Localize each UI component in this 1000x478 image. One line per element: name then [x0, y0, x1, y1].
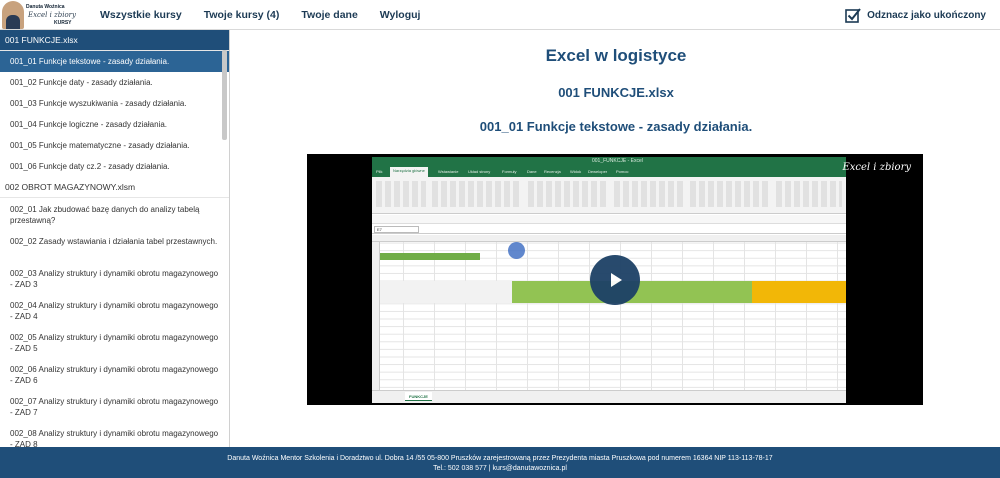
lesson-002-01[interactable]: 002_01 Jak zbudować bazę danych do anali…	[0, 198, 229, 230]
lesson-001-06[interactable]: 001_06 Funkcje daty cz.2 - zasady działa…	[0, 156, 229, 177]
sidebar-scrollbar[interactable]	[222, 50, 227, 140]
footer-address: Danuta Woźnica Mentor Szkolenia i Doradz…	[227, 455, 773, 462]
top-bar: Danuta Woźnica Excel i zbiory KURSY Wszy…	[0, 0, 1000, 30]
mark-incomplete-label: Odznacz jako ukończony	[867, 9, 986, 21]
course-sidebar: 001 FUNKCJE.xlsx 001_01 Funkcje tekstowe…	[0, 30, 230, 447]
excel-title-bar: 001_FUNKCJE - Excel	[372, 157, 846, 167]
lesson-001-03[interactable]: 001_03 Funkcje wyszukiwania - zasady dzi…	[0, 93, 229, 114]
ribbon-tab: Narzędzia główne	[390, 167, 428, 177]
ribbon-tab: Dane	[527, 169, 537, 174]
play-icon[interactable]	[590, 255, 640, 305]
excel-formula-bar: E7	[372, 225, 846, 234]
mark-incomplete-button[interactable]: Odznacz jako ukończony	[845, 0, 986, 30]
ribbon-tab: Widok	[570, 169, 582, 174]
sheet-tab-funkcje: FUNKCJE	[405, 392, 432, 401]
ribbon-tab: Pomoc	[616, 169, 629, 174]
lesson-title: 001_01 Funkcje tekstowe - zasady działan…	[479, 119, 753, 134]
ribbon-tab: Układ strony	[468, 169, 491, 174]
avatar	[2, 1, 24, 29]
ribbon-tab: Formuły	[502, 169, 517, 174]
video-watermark: Excel i zbiory	[842, 162, 911, 173]
lesson-001-05[interactable]: 001_05 Funkcje matematyczne - zasady dzi…	[0, 135, 229, 156]
nav-my-courses[interactable]: Twoje kursy (4)	[204, 9, 280, 21]
nav-my-data[interactable]: Twoje dane	[301, 9, 357, 21]
file-title: 001 FUNKCJE.xlsx	[558, 85, 674, 100]
lesson-002-07[interactable]: 002_07 Analizy struktury i dynamiki obro…	[0, 390, 229, 422]
lesson-002-04[interactable]: 002_04 Analizy struktury i dynamiki obro…	[0, 294, 229, 326]
lesson-002-08[interactable]: 002_08 Analizy struktury i dynamiki obro…	[0, 422, 229, 447]
footer-contact: Tel.: 502 038 577 | kurs@danutawoznica.p…	[433, 465, 567, 472]
main-nav: Wszystkie kursy Twoje kursy (4) Twoje da…	[100, 0, 442, 30]
section-header-001[interactable]: 001 FUNKCJE.xlsx	[0, 30, 229, 51]
lesson-content: Excel w logistyce 001 FUNKCJE.xlsx 001_0…	[232, 30, 1000, 447]
excel-window-title: 001_FUNKCJE - Excel	[592, 158, 643, 164]
nav-logout[interactable]: Wyloguj	[380, 9, 421, 21]
lesson-002-05[interactable]: 002_05 Analizy struktury i dynamiki obro…	[0, 326, 229, 358]
footer: Danuta Woźnica Mentor Szkolenia i Doradz…	[0, 447, 1000, 478]
lesson-001-04[interactable]: 001_04 Funkcje logiczne - zasady działan…	[0, 114, 229, 135]
ribbon-tab: Deweloper	[588, 169, 608, 174]
excel-name-box: E7	[374, 226, 419, 233]
lesson-001-02[interactable]: 001_02 Funkcje daty - zasady działania.	[0, 72, 229, 93]
mouse-cursor-icon	[508, 242, 525, 259]
excel-sheet-tabs: FUNKCJE	[372, 390, 846, 403]
excel-quick-access	[372, 215, 846, 224]
lesson-002-03[interactable]: 002_03 Analizy struktury i dynamiki obro…	[0, 262, 229, 294]
ribbon-tab: Plik	[376, 169, 383, 174]
checkbox-icon	[845, 7, 861, 23]
excel-ribbon	[372, 177, 846, 214]
lesson-002-06[interactable]: 002_06 Analizy struktury i dynamiki obro…	[0, 358, 229, 390]
ribbon-tab: Wstawianie	[438, 169, 459, 174]
ribbon-tab: Recenzja	[544, 169, 561, 174]
course-title: Excel w logistyce	[545, 46, 687, 65]
logo-script: Excel i zbiory	[28, 11, 76, 19]
video-player[interactable]: 001_FUNKCJE - Excel Plik Narzędzia główn…	[307, 154, 923, 405]
excel-ribbon-tabs: Plik Narzędzia główne Wstawianie Układ s…	[372, 167, 846, 177]
logo-kursy: KURSY	[54, 20, 72, 26]
logo-name: Danuta Woźnica	[26, 4, 65, 10]
lesson-002-02[interactable]: 002_02 Zasady wstawiania i działania tab…	[0, 230, 229, 262]
lesson-001-01[interactable]: 001_01 Funkcje tekstowe - zasady działan…	[0, 51, 229, 72]
logo[interactable]: Danuta Woźnica Excel i zbiory KURSY	[2, 1, 90, 29]
section-header-002[interactable]: 002 OBROT MAGAZYNOWY.xlsm	[0, 177, 229, 198]
nav-all-courses[interactable]: Wszystkie kursy	[100, 9, 182, 21]
